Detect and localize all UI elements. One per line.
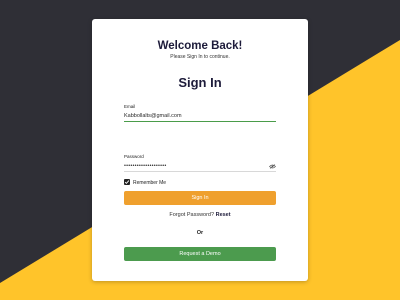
sign-in-button[interactable]: Sign In [124,191,276,205]
password-field[interactable]: •••••••••••••••••••• [124,162,276,172]
sign-in-card: Welcome Back! Please Sign In to continue… [92,19,308,281]
email-label: Email [124,104,136,109]
reset-link[interactable]: Reset [216,212,231,218]
welcome-title: Welcome Back! [157,40,243,52]
remember-label: Remember Me [133,179,167,186]
forgot-password-text: Forgot Password? [169,212,215,218]
checkmark-icon [124,180,130,185]
welcome-subtitle: Please Sign In to continue. [170,54,230,60]
remember-checkbox[interactable] [124,179,130,185]
email-field[interactable]: Kabbollalts@gmail.com [124,112,276,122]
request-demo-button[interactable]: Request a Demo [124,247,276,261]
sign-in-heading: Sign In [178,75,222,90]
eye-icon[interactable] [269,164,276,169]
password-label: Password [124,154,144,159]
or-separator: Or [196,230,204,236]
forgot-password-row: Forgot Password? Reset [92,212,308,218]
